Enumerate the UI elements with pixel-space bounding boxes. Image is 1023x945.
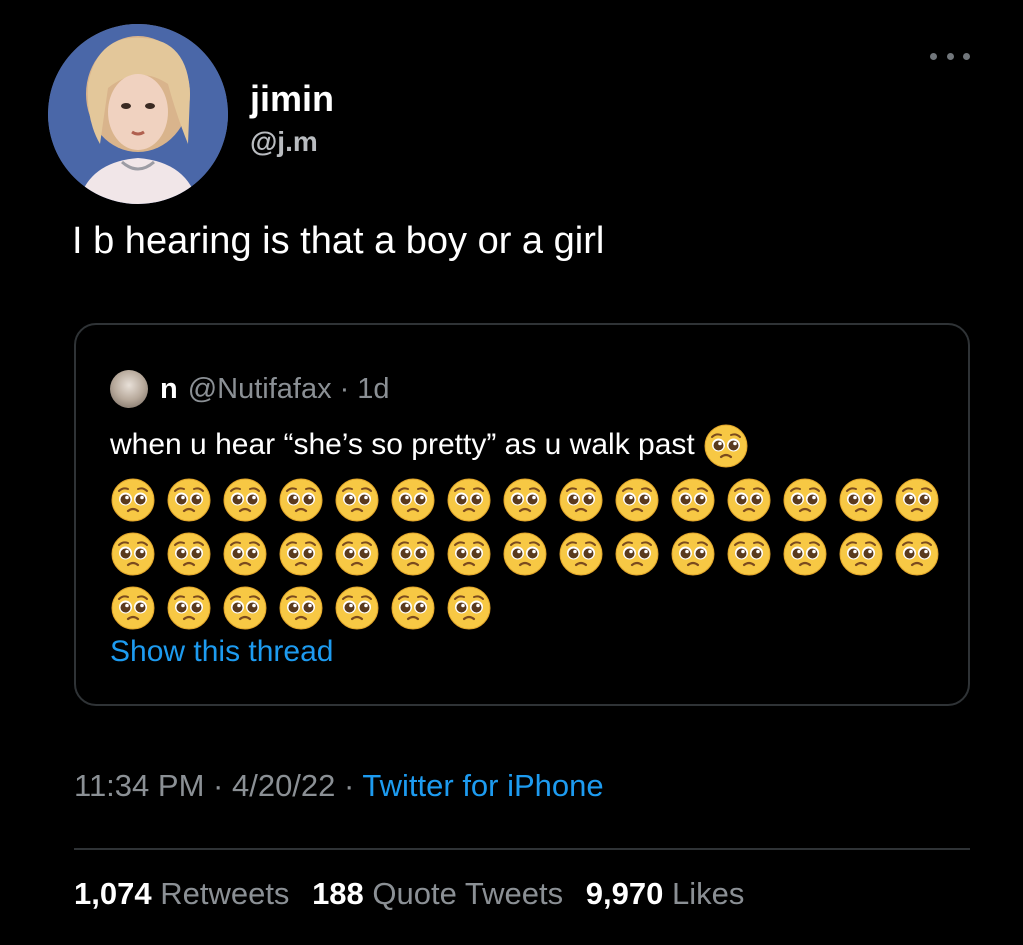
pleading-face-emoji xyxy=(614,531,660,577)
ellipsis-icon xyxy=(930,52,937,60)
likes-label: Likes xyxy=(671,876,745,911)
pleading-face-emoji xyxy=(390,531,436,577)
pleading-face-emoji xyxy=(502,531,548,577)
retweets-stat[interactable]: 1,074 Retweets xyxy=(74,876,289,911)
divider xyxy=(74,848,970,850)
pleading-face-emoji xyxy=(334,477,380,523)
pleading-face-emoji xyxy=(222,585,268,631)
quoted-tweet-header: n @Nutifafax · 1d xyxy=(110,369,390,409)
pleading-face-emoji xyxy=(278,531,324,577)
pleading-face-emoji xyxy=(726,477,772,523)
pleading-face-emoji xyxy=(838,477,884,523)
pleading-face-emoji xyxy=(446,477,492,523)
pleading-face-emoji xyxy=(166,531,212,577)
tweet-detail: jimin @j.m I b hearing is that a boy or … xyxy=(0,0,1023,945)
retweets-label: Retweets xyxy=(160,876,290,911)
quoted-tweet-card[interactable]: n @Nutifafax · 1d when u hear “she’s so … xyxy=(74,323,970,706)
pleading-face-emoji xyxy=(670,477,716,523)
emoji-row xyxy=(110,531,940,577)
meta-separator: · xyxy=(344,768,355,803)
quote-tweets-stat[interactable]: 188 Quote Tweets xyxy=(312,876,563,911)
quoted-author-handle: @Nutifafax xyxy=(187,372,332,405)
author-avatar[interactable] xyxy=(48,24,228,204)
pleading-face-emoji xyxy=(894,477,940,523)
pleading-face-emoji xyxy=(222,477,268,523)
retweets-count: 1,074 xyxy=(74,876,152,911)
pleading-face-emoji xyxy=(446,585,492,631)
pleading-face-emoji xyxy=(110,585,156,631)
pleading-face-emoji xyxy=(390,477,436,523)
quoted-tweet-text-content: when u hear “she’s so pretty” as u walk … xyxy=(110,428,695,461)
pleading-face-emoji xyxy=(222,531,268,577)
pleading-face-emoji xyxy=(894,531,940,577)
pleading-face-emoji xyxy=(334,585,380,631)
pleading-face-emoji xyxy=(558,531,604,577)
profile-photo xyxy=(48,24,228,204)
more-options-button[interactable] xyxy=(930,46,970,66)
tweet-date[interactable]: 4/20/22 xyxy=(232,768,335,803)
emoji-row xyxy=(110,477,940,523)
pleading-face-emoji xyxy=(838,531,884,577)
pleading-face-emoji xyxy=(110,477,156,523)
pleading-face-emoji xyxy=(782,531,828,577)
pleading-face-emoji xyxy=(726,531,772,577)
quoted-tweet-time: 1d xyxy=(357,372,390,405)
pleading-face-emoji xyxy=(110,531,156,577)
pleading-face-emoji xyxy=(166,477,212,523)
pleading-face-emoji xyxy=(558,477,604,523)
quoted-separator: · xyxy=(339,372,350,405)
quoted-author-name: n xyxy=(160,372,178,405)
tweet-time[interactable]: 11:34 PM xyxy=(74,768,204,803)
likes-stat[interactable]: 9,970 Likes xyxy=(586,876,745,911)
emoji-row xyxy=(110,585,492,631)
quoted-author-avatar xyxy=(110,370,148,408)
pleading-face-emoji xyxy=(278,585,324,631)
show-thread-link[interactable]: Show this thread xyxy=(110,635,333,669)
pleading-face-emoji xyxy=(782,477,828,523)
quote-tweets-count: 188 xyxy=(312,876,364,911)
tweet-source-link[interactable]: Twitter for iPhone xyxy=(362,768,603,803)
pleading-face-emoji xyxy=(614,477,660,523)
pleading-face-emoji xyxy=(390,585,436,631)
likes-count: 9,970 xyxy=(585,876,664,911)
pleading-face-emoji xyxy=(166,585,212,631)
meta-separator: · xyxy=(213,768,224,803)
pleading-face-emoji xyxy=(334,531,380,577)
pleading-face-emoji xyxy=(502,477,548,523)
author-handle[interactable]: @j.m xyxy=(250,126,318,158)
author-display-name[interactable]: jimin xyxy=(250,78,334,120)
tweet-metadata: 11:34 PM · 4/20/22 · Twitter for iPhone xyxy=(74,768,604,804)
pleading-face-emoji xyxy=(278,477,324,523)
pleading-face-emoji xyxy=(446,531,492,577)
pleading-face-emoji xyxy=(670,531,716,577)
tweet-text: I b hearing is that a boy or a girl xyxy=(72,220,605,262)
tweet-stats: 1,074 Retweets 188 Quote Tweets 9,970 Li… xyxy=(74,876,758,912)
quoted-tweet-text: when u hear “she’s so pretty” as u walk … xyxy=(110,423,950,469)
quote-tweets-label: Quote Tweets xyxy=(372,876,564,911)
pleading-face-emoji xyxy=(703,423,749,469)
